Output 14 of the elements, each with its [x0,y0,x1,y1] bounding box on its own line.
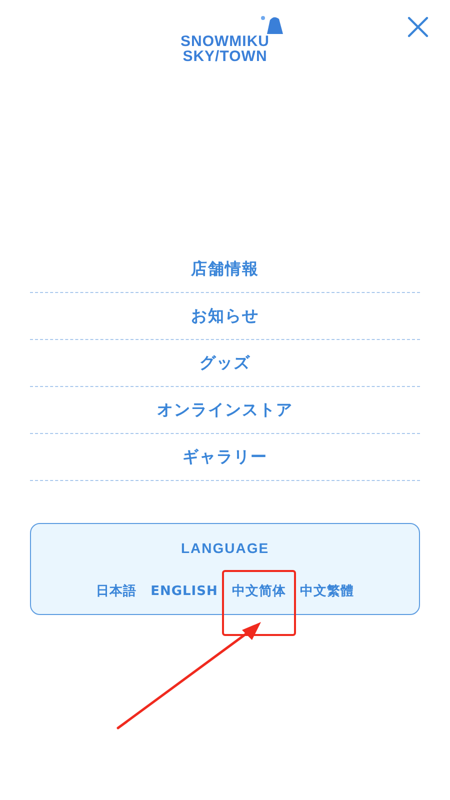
logo-text: SKY/TOWN [182,49,268,64]
language-link[interactable]: 中文简体 [232,584,286,599]
menu-link[interactable]: オンラインストア [30,387,420,434]
figure-icon [260,14,284,34]
menu-link[interactable]: グッズ [30,340,420,387]
language-title: LANGUAGE [180,540,270,556]
language-link[interactable]: ENGLISH [150,584,218,599]
menu-link[interactable]: 店舗情報 [30,246,420,293]
close-icon[interactable] [407,16,429,38]
menu-link[interactable]: ギャラリー [30,434,420,481]
language-link[interactable]: 日本語 [96,584,137,599]
menu-link[interactable]: お知らせ [30,293,420,340]
language-link[interactable]: 中文繁體 [300,584,354,599]
logo-text: SNOWMIKU [180,34,270,49]
